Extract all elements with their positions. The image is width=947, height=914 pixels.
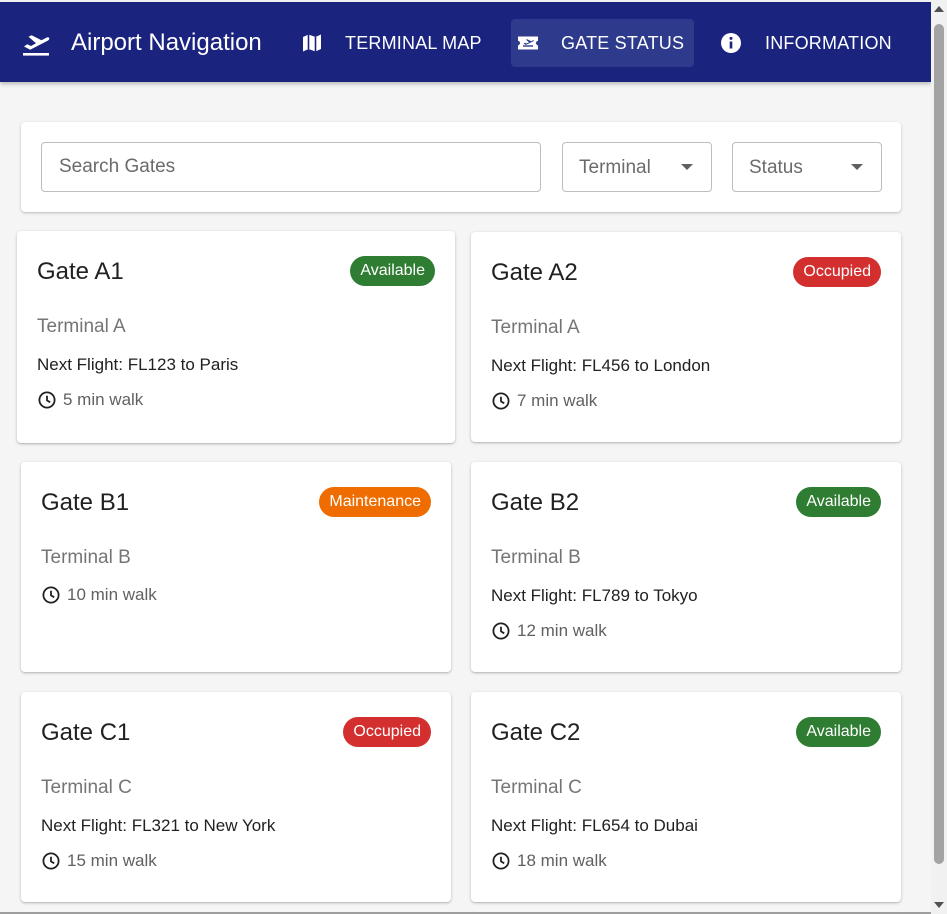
walk-time: 5 min walk — [37, 389, 143, 411]
gate-terminal: Terminal B — [491, 547, 581, 568]
gate-name: Gate C1 — [41, 719, 131, 746]
walk-time-label: 5 min walk — [63, 390, 144, 409]
gate-terminal: Terminal B — [41, 547, 131, 568]
app-viewport: Airport Navigation TERMINAL MAP GATE STA… — [0, 0, 931, 912]
clock-icon — [38, 391, 56, 409]
clock-icon — [492, 622, 510, 640]
walk-time: 18 min walk — [491, 850, 607, 872]
status-badge: Maintenance — [319, 487, 431, 517]
gate-card[interactable]: Gate C2 Available Terminal C Next Flight… — [471, 692, 901, 902]
gate-card[interactable]: Gate B1 Maintenance Terminal B 10 min wa… — [21, 462, 451, 672]
app-bar: Airport Navigation TERMINAL MAP GATE STA… — [0, 2, 931, 82]
gate-name: Gate B2 — [491, 489, 580, 516]
status-badge: Occupied — [793, 257, 881, 287]
walk-time: 7 min walk — [491, 390, 597, 412]
nav-information-button[interactable]: INFORMATION — [710, 19, 910, 67]
terminal-select[interactable]: Terminal — [562, 142, 712, 192]
gate-name: Gate B1 — [41, 489, 130, 516]
next-flight: Next Flight: FL789 to Tokyo — [491, 586, 698, 605]
gate-name: Gate A1 — [37, 258, 124, 285]
status-select-label: Status — [749, 157, 803, 178]
gate-card[interactable]: Gate A1 Available Terminal A Next Flight… — [17, 231, 455, 443]
chevron-down-icon — [851, 164, 863, 170]
clock-icon — [42, 852, 60, 870]
walk-time-label: 7 min walk — [517, 391, 598, 410]
search-gates-input[interactable] — [42, 143, 540, 191]
next-flight: Next Flight: FL123 to Paris — [37, 355, 239, 374]
info-icon — [721, 33, 741, 53]
chevron-down-icon — [681, 164, 693, 170]
walk-time-label: 15 min walk — [67, 851, 157, 870]
airplane-ticket-icon — [518, 36, 538, 50]
status-badge: Available — [350, 256, 435, 286]
terminal-select-label: Terminal — [579, 157, 651, 178]
nav-terminal-map-label: TERMINAL MAP — [345, 32, 482, 53]
walk-time-label: 10 min walk — [67, 585, 157, 604]
next-flight: Next Flight: FL654 to Dubai — [491, 816, 698, 835]
next-flight: Next Flight: FL456 to London — [491, 356, 711, 375]
next-flight: Next Flight: FL321 to New York — [41, 816, 276, 835]
clock-icon — [42, 586, 60, 604]
nav-gate-status-button[interactable]: GATE STATUS — [511, 19, 694, 67]
gate-terminal: Terminal C — [491, 777, 582, 798]
clock-icon — [492, 852, 510, 870]
status-badge: Available — [796, 717, 881, 747]
flight-takeoff-icon — [23, 35, 50, 56]
filter-card: Terminal Status — [21, 122, 901, 212]
status-select[interactable]: Status — [732, 142, 882, 192]
status-badge: Occupied — [343, 717, 431, 747]
gate-terminal: Terminal C — [41, 777, 132, 798]
gate-card[interactable]: Gate C1 Occupied Terminal C Next Flight:… — [21, 692, 451, 902]
vertical-scrollbar[interactable] — [931, 0, 947, 914]
gate-card[interactable]: Gate B2 Available Terminal B Next Flight… — [471, 462, 901, 672]
status-badge: Available — [796, 487, 881, 517]
nav-information-label: INFORMATION — [765, 32, 892, 53]
walk-time: 10 min walk — [41, 584, 157, 606]
walk-time-label: 12 min walk — [517, 621, 607, 640]
gate-terminal: Terminal A — [37, 316, 126, 337]
walk-time: 12 min walk — [491, 620, 607, 642]
gate-card[interactable]: Gate A2 Occupied Terminal A Next Flight:… — [471, 232, 901, 442]
scroll-down-arrow-icon[interactable] — [934, 902, 944, 908]
walk-time: 15 min walk — [41, 850, 157, 872]
gate-terminal: Terminal A — [491, 317, 580, 338]
nav-gate-status-label: GATE STATUS — [561, 32, 685, 53]
map-icon — [303, 34, 321, 52]
nav-terminal-map-button[interactable]: TERMINAL MAP — [292, 19, 492, 67]
walk-time-label: 18 min walk — [517, 851, 607, 870]
gate-name: Gate A2 — [491, 259, 578, 286]
app-title: Airport Navigation — [71, 29, 262, 56]
clock-icon — [492, 392, 510, 410]
scroll-thumb[interactable] — [934, 24, 944, 864]
scroll-up-arrow-icon[interactable] — [934, 6, 944, 12]
gate-name: Gate C2 — [491, 719, 581, 746]
search-gates-field[interactable] — [41, 142, 541, 192]
